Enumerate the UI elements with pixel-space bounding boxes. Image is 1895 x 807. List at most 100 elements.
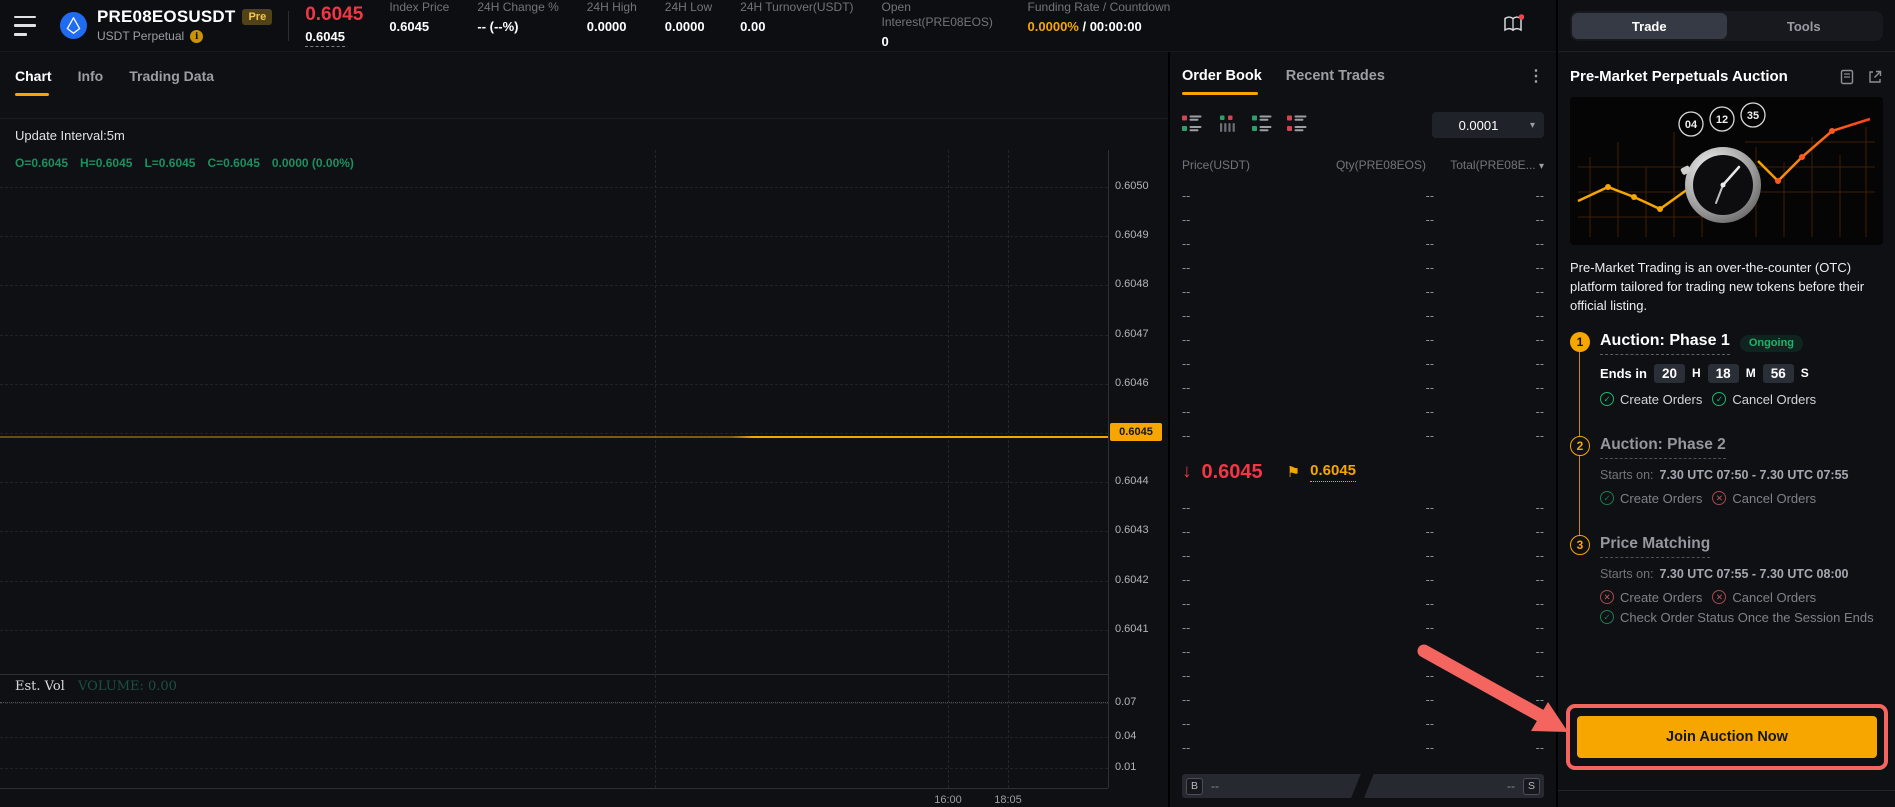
orderbook-row[interactable]: ------ bbox=[1182, 304, 1544, 328]
ob-total: -- bbox=[1434, 309, 1544, 323]
ob-total: -- bbox=[1434, 741, 1544, 755]
tab-tools[interactable]: Tools bbox=[1727, 13, 1882, 39]
schedule-label: Starts on: bbox=[1600, 468, 1654, 482]
ob-price: -- bbox=[1182, 501, 1302, 515]
ob-qty: -- bbox=[1302, 213, 1434, 227]
tab-trading-data[interactable]: Trading Data bbox=[129, 68, 214, 96]
tab-order-book[interactable]: Order Book bbox=[1182, 68, 1262, 95]
orderbook-row[interactable]: ------ bbox=[1182, 640, 1544, 664]
orderbook-row[interactable]: ------ bbox=[1182, 256, 1544, 280]
view-both-sides-icon[interactable] bbox=[1182, 114, 1202, 134]
time-axis-line[interactable] bbox=[0, 788, 1108, 789]
panel-tabs-wrap: TradeTools bbox=[1558, 0, 1895, 52]
ob-total: -- bbox=[1434, 189, 1544, 203]
col-qty: Qty(PRE08EOS) bbox=[1302, 158, 1426, 172]
permission-item-text: Cancel Orders bbox=[1732, 491, 1816, 506]
ob-qty: -- bbox=[1302, 333, 1434, 347]
tab-recent-trades[interactable]: Recent Trades bbox=[1286, 68, 1385, 84]
tab-trade[interactable]: Trade bbox=[1572, 13, 1727, 39]
view-vertical-icon[interactable] bbox=[1217, 114, 1237, 134]
orderbook-mid-price[interactable]: ↓ 0.6045 ⚑ 0.6045 bbox=[1182, 452, 1356, 492]
orderbook-row[interactable]: ------ bbox=[1182, 664, 1544, 688]
ob-price: -- bbox=[1182, 621, 1302, 635]
price-down-icon: ↓ bbox=[1182, 461, 1192, 483]
header-stat: 24H Turnover(USDT)0.00 bbox=[740, 0, 853, 35]
ohlc-part: H=0.6045 bbox=[80, 156, 132, 170]
orderbook-row[interactable]: ------ bbox=[1182, 688, 1544, 712]
orderbook-row[interactable]: ------ bbox=[1182, 328, 1544, 352]
panel-bottom-divider bbox=[1558, 790, 1895, 791]
symbol-block[interactable]: PRE08EOSUSDT Pre USDT Perpetual i bbox=[97, 7, 272, 43]
stat-value: 0 bbox=[882, 34, 1000, 50]
countdown-unit: H bbox=[1692, 366, 1701, 380]
orderbook-row[interactable]: ------ bbox=[1182, 520, 1544, 544]
price-axis-line bbox=[1108, 150, 1109, 788]
doc-guide-icon[interactable] bbox=[1839, 69, 1855, 85]
ob-price: -- bbox=[1182, 693, 1302, 707]
price-gridline bbox=[0, 335, 1108, 336]
orderbook-row[interactable]: ------ bbox=[1182, 400, 1544, 424]
tab-info[interactable]: Info bbox=[78, 68, 104, 96]
ob-total: -- bbox=[1434, 597, 1544, 611]
stat-label: 24H Low bbox=[665, 0, 712, 15]
time-axis-label: 16:00 bbox=[934, 794, 962, 806]
last-price: 0.6045 bbox=[305, 4, 363, 27]
orderbook-column-headers: Price(USDT) Qty(PRE08EOS) Total(PRE08E..… bbox=[1182, 158, 1544, 172]
orderbook-row[interactable]: ------ bbox=[1182, 616, 1544, 640]
caret-down-icon[interactable]: ▾ bbox=[1539, 161, 1544, 172]
price-block: 0.6045 0.6045 bbox=[305, 4, 363, 46]
price-axis-label: 0.6047 bbox=[1115, 328, 1149, 340]
orderbook-row[interactable]: ------ bbox=[1182, 184, 1544, 208]
precision-dropdown[interactable]: 0.0001 ▾ bbox=[1432, 112, 1544, 138]
orderbook-row[interactable]: ------ bbox=[1182, 568, 1544, 592]
permission-item: ✓Cancel Orders bbox=[1712, 392, 1816, 407]
orderbook-row[interactable]: ------ bbox=[1182, 208, 1544, 232]
join-auction-button[interactable]: Join Auction Now bbox=[1577, 716, 1877, 758]
price-axis-label: 0.6048 bbox=[1115, 278, 1149, 290]
info-icon[interactable]: i bbox=[190, 30, 203, 43]
stat-label: Funding Rate / Countdown bbox=[1028, 0, 1171, 15]
volume-value-label: VOLUME: 0.00 bbox=[78, 679, 177, 694]
header-stat: Open Interest(PRE08EOS)0 bbox=[882, 0, 1000, 50]
marked-price-value[interactable]: 0.6045 bbox=[1310, 462, 1356, 482]
view-asks-only-icon[interactable] bbox=[1287, 114, 1307, 134]
hamburger-menu-icon[interactable] bbox=[14, 16, 40, 36]
orderbook-row[interactable]: ------ bbox=[1182, 592, 1544, 616]
orderbook-row[interactable]: ------ bbox=[1182, 496, 1544, 520]
ob-total: -- bbox=[1434, 333, 1544, 347]
volume-gridline bbox=[0, 737, 1108, 738]
stat-value: 0.0000 bbox=[587, 19, 637, 35]
orderbook-row[interactable]: ------ bbox=[1182, 424, 1544, 448]
price-axis-label: 0.6050 bbox=[1115, 180, 1149, 192]
price-axis-label: 0.6049 bbox=[1115, 229, 1149, 241]
orderbook-row[interactable]: ------ bbox=[1182, 232, 1544, 256]
orderbook-row[interactable]: ------ bbox=[1182, 376, 1544, 400]
time-gridline bbox=[948, 150, 949, 788]
svg-text:35: 35 bbox=[1747, 110, 1759, 122]
schedule-value: 7.30 UTC 07:50 - 7.30 UTC 07:55 bbox=[1660, 468, 1849, 482]
view-bids-only-icon[interactable] bbox=[1252, 114, 1272, 134]
col-price: Price(USDT) bbox=[1182, 158, 1302, 172]
ob-qty: -- bbox=[1302, 549, 1434, 563]
external-link-icon[interactable] bbox=[1867, 69, 1883, 85]
svg-text:12: 12 bbox=[1716, 114, 1728, 126]
ob-price: -- bbox=[1182, 213, 1302, 227]
volume-pane-separator[interactable] bbox=[0, 674, 1108, 675]
orderbook-row[interactable]: ------ bbox=[1182, 544, 1544, 568]
last-price-line bbox=[0, 436, 1108, 438]
volume-gridline bbox=[0, 768, 1108, 769]
orderbook-row[interactable]: ------ bbox=[1182, 712, 1544, 736]
orderbook-row[interactable]: ------ bbox=[1182, 352, 1544, 376]
price-axis-label: 0.6044 bbox=[1115, 475, 1149, 487]
guide-book-icon[interactable] bbox=[1502, 14, 1524, 37]
annotation-highlight-box: Join Auction Now bbox=[1566, 704, 1888, 770]
trading-app: PRE08EOSUSDT Pre USDT Perpetual i 0.6045… bbox=[0, 0, 1895, 807]
orderbook-row[interactable]: ------ bbox=[1182, 736, 1544, 760]
countdown-value: 18 bbox=[1708, 364, 1739, 383]
orderbook-menu-icon[interactable]: ⋮ bbox=[1528, 66, 1544, 86]
tab-chart[interactable]: Chart bbox=[15, 68, 52, 96]
mark-price[interactable]: 0.6045 bbox=[305, 29, 345, 47]
ob-price: -- bbox=[1182, 429, 1302, 443]
cross-circle-icon: ✕ bbox=[1712, 590, 1726, 604]
orderbook-row[interactable]: ------ bbox=[1182, 280, 1544, 304]
